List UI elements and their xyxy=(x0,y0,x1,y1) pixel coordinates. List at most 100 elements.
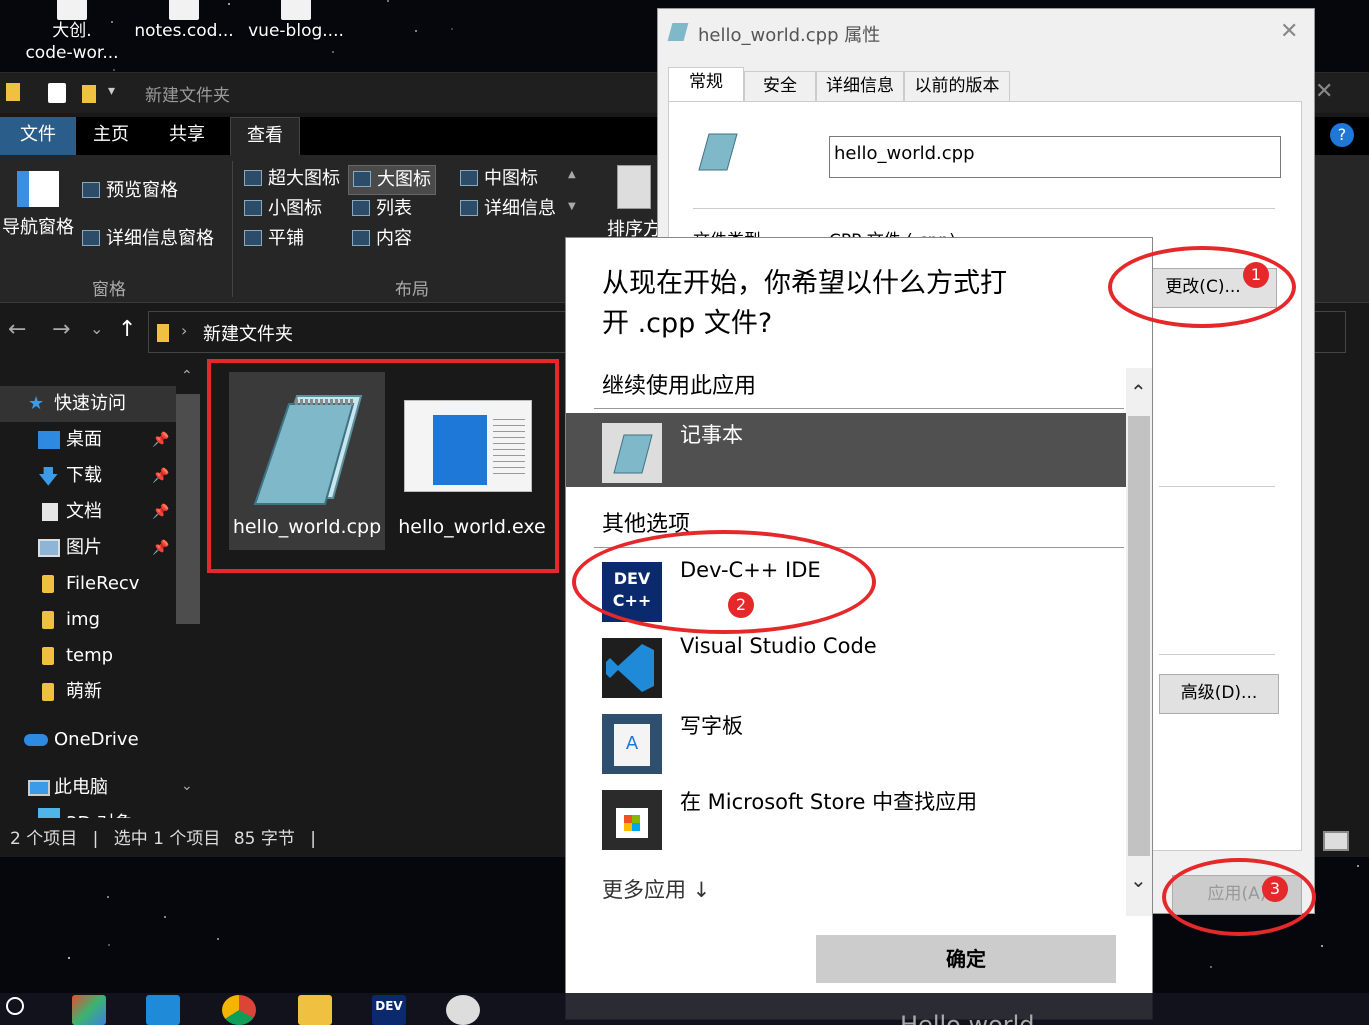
tab-home[interactable]: 主页 xyxy=(76,117,146,155)
content-icon xyxy=(352,230,370,246)
preview-pane-button[interactable]: 预览窗格 xyxy=(82,179,178,203)
layout-large-icons[interactable]: 大图标 xyxy=(348,165,436,195)
nav-item-mengxin[interactable]: 萌新 xyxy=(0,674,175,710)
scroll-up-icon[interactable]: ⌃ xyxy=(181,368,193,384)
recent-chevron-icon[interactable]: ⌄ xyxy=(90,319,103,338)
folder-icon xyxy=(42,575,54,593)
layout-scroll-up-icon[interactable]: ▲ xyxy=(568,169,576,180)
scroll-up-icon[interactable]: ⌃ xyxy=(1130,380,1147,404)
window-title: 新建文件夹 xyxy=(145,86,230,106)
pin-icon[interactable]: 📌 xyxy=(152,422,169,458)
app-row-notepad[interactable]: 记事本 xyxy=(566,413,1126,487)
tab-general[interactable]: 常规 xyxy=(668,67,744,103)
breadcrumb[interactable]: 新建文件夹 xyxy=(203,320,293,346)
layout-tiles[interactable]: 平铺 xyxy=(244,227,304,251)
chrome-icon[interactable] xyxy=(222,995,256,1025)
open-with-dialog: 从现在开始，你希望以什么方式打 开 .cpp 文件? 继续使用此应用 记事本 其… xyxy=(565,237,1153,1020)
desktop-icon-dachuang[interactable]: 大创. code-wor... xyxy=(22,0,122,64)
layout-label: 内容 xyxy=(376,228,412,249)
layout-details[interactable]: 详细信息 xyxy=(460,197,556,221)
scroll-down-icon[interactable]: ⌄ xyxy=(181,778,193,794)
layout-content[interactable]: 内容 xyxy=(352,227,412,251)
divider xyxy=(693,208,1275,209)
tab-details[interactable]: 详细信息 xyxy=(816,71,904,101)
layout-medium-icons[interactable]: 中图标 xyxy=(460,167,538,191)
up-arrow-icon[interactable]: ↑ xyxy=(118,317,136,342)
view-toggle-icon[interactable] xyxy=(1323,831,1349,851)
more-apps-link[interactable]: 更多应用 ↓ xyxy=(602,874,710,904)
nav-item-downloads[interactable]: 🡇 下载 📌 xyxy=(0,458,175,494)
desktop-icon-vueblog[interactable]: vue-blog.... xyxy=(246,0,346,42)
devcpp-taskbar-icon[interactable]: DEV xyxy=(372,995,406,1025)
git-icon[interactable] xyxy=(72,995,106,1025)
nav-label: temp xyxy=(66,645,114,666)
nav-item-filerecv[interactable]: FileRecv xyxy=(0,566,175,602)
nav-scrollbar[interactable]: ⌃ ⌄ xyxy=(176,368,200,818)
open-with-scrollbar[interactable]: ⌃ ⌄ xyxy=(1126,368,1152,916)
layout-scroll-down-icon[interactable]: ▼ xyxy=(568,201,576,212)
desktop-icon-notes[interactable]: notes.cod... xyxy=(134,0,234,42)
pin-icon[interactable]: 📌 xyxy=(152,494,169,530)
vscode-icon[interactable] xyxy=(146,995,180,1025)
sort-button[interactable]: 排序方 xyxy=(604,165,664,241)
file-explorer-icon[interactable] xyxy=(298,995,332,1025)
details-pane-button[interactable]: 详细信息窗格 xyxy=(82,227,214,251)
close-icon[interactable]: ✕ xyxy=(1315,79,1333,104)
sort-icon xyxy=(617,165,651,209)
app-row-wordpad[interactable]: A 写字板 xyxy=(566,704,1126,778)
properties-quick-icon[interactable] xyxy=(48,83,66,103)
nav-item-documents[interactable]: 文档 📌 xyxy=(0,494,175,530)
forward-arrow-icon[interactable]: → xyxy=(52,317,70,342)
layout-label: 大图标 xyxy=(377,169,431,190)
pin-icon[interactable]: 📌 xyxy=(152,530,169,566)
tab-security[interactable]: 安全 xyxy=(744,71,816,101)
new-folder-quick-icon[interactable] xyxy=(82,85,96,103)
back-arrow-icon[interactable]: ← xyxy=(8,317,26,342)
nav-item-img[interactable]: img xyxy=(0,602,175,638)
nav-item-onedrive[interactable]: OneDrive xyxy=(0,722,175,758)
layout-label: 详细信息 xyxy=(484,198,556,219)
scroll-thumb[interactable] xyxy=(176,394,200,624)
nav-item-desktop[interactable]: 桌面 📌 xyxy=(0,422,175,458)
search-icon[interactable] xyxy=(6,997,24,1015)
annotation-badge-1: 1 xyxy=(1243,262,1269,288)
open-with-heading: 从现在开始，你希望以什么方式打 开 .cpp 文件? xyxy=(602,264,1082,344)
layout-small-icons[interactable]: 小图标 xyxy=(244,197,322,221)
scroll-thumb[interactable] xyxy=(1128,416,1150,856)
nav-item-this-pc[interactable]: 此电脑 xyxy=(0,770,175,806)
chevron-down-icon[interactable]: ▾ xyxy=(108,83,115,99)
advanced-button[interactable]: 高级(D)... xyxy=(1159,674,1279,714)
large-icons-icon xyxy=(353,171,371,187)
scroll-down-icon[interactable]: ⌄ xyxy=(1130,868,1147,892)
status-bar: 2 个项目 | 选中 1 个项目 85 字节 | xyxy=(0,821,580,857)
avatar[interactable] xyxy=(446,995,480,1025)
files-highlight-box xyxy=(207,359,559,573)
desktop-icon-label: vue-blog.... xyxy=(248,21,344,41)
nav-item-3d-objects[interactable]: 3D 对象 xyxy=(0,802,175,818)
nav-label: 此电脑 xyxy=(54,777,108,798)
tab-file[interactable]: 文件 xyxy=(0,117,76,155)
tab-previous-versions[interactable]: 以前的版本 xyxy=(904,71,1010,101)
close-icon[interactable]: ✕ xyxy=(1280,19,1298,44)
details-icon xyxy=(460,200,478,216)
filename-input[interactable]: hello_world.cpp xyxy=(829,136,1281,178)
app-row-vscode[interactable]: Visual Studio Code xyxy=(566,628,1126,702)
app-row-store[interactable]: 在 Microsoft Store 中查找应用 xyxy=(566,780,1126,854)
layout-label: 小图标 xyxy=(268,198,322,219)
vscode-icon xyxy=(602,638,662,698)
tab-view[interactable]: 查看 xyxy=(230,117,300,155)
tab-share[interactable]: 共享 xyxy=(152,117,222,155)
nav-item-pictures[interactable]: 图片 📌 xyxy=(0,530,175,566)
pin-icon[interactable]: 📌 xyxy=(152,458,169,494)
help-icon[interactable]: ? xyxy=(1330,123,1354,147)
nav-pane-button[interactable]: 导航窗格 xyxy=(2,165,74,255)
ok-button[interactable]: 确定 xyxy=(816,935,1116,983)
section-divider xyxy=(594,408,1124,409)
nav-item-temp[interactable]: temp xyxy=(0,638,175,674)
star xyxy=(108,944,110,946)
nav-item-quick-access[interactable]: ★ 快速访问 xyxy=(0,386,176,422)
layout-extra-large-icons[interactable]: 超大图标 xyxy=(244,167,340,191)
layout-list[interactable]: 列表 xyxy=(352,197,412,221)
pictures-icon xyxy=(38,539,60,557)
ribbon-divider xyxy=(232,161,233,297)
